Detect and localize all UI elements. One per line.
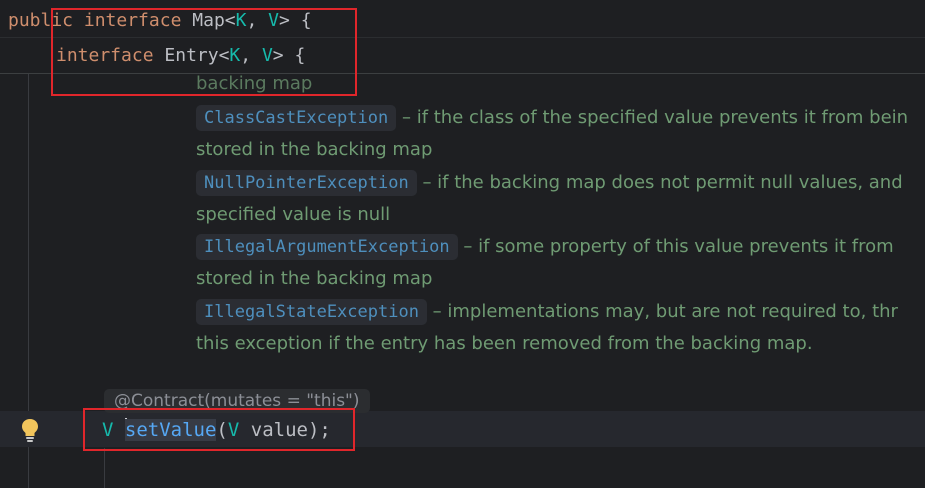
doc-text: – if the backing map does not permit nul… bbox=[422, 171, 903, 193]
doc-throws-item: NullPointerException – if the backing ma… bbox=[196, 167, 925, 199]
highlight-box-sticky-header bbox=[51, 8, 357, 96]
doc-line: stored in the backing map bbox=[196, 268, 433, 290]
doc-line: specified value is null bbox=[196, 203, 391, 225]
lightbulb-icon[interactable] bbox=[20, 417, 40, 443]
doc-throws-item: ClassCastException – if the class of the… bbox=[196, 102, 925, 134]
javadoc-block: backing map ClassCastException – if the … bbox=[196, 74, 925, 360]
doc-throws-item: IllegalArgumentException – if some prope… bbox=[196, 231, 925, 263]
indent-guide bbox=[104, 448, 105, 488]
highlight-box-setvalue bbox=[83, 408, 355, 451]
doc-text: – implementations may, but are not requi… bbox=[432, 300, 898, 322]
doc-line: this exception if the entry has been rem… bbox=[196, 333, 813, 355]
doc-line: stored in the backing map bbox=[196, 139, 433, 161]
doc-text: – if the class of the specified value pr… bbox=[401, 107, 909, 128]
doc-text: – if some property of this value prevent… bbox=[463, 236, 894, 258]
exception-link[interactable]: IllegalArgumentException bbox=[196, 234, 458, 261]
exception-link[interactable]: NullPointerException bbox=[196, 169, 417, 196]
exception-link[interactable]: ClassCastException bbox=[196, 105, 397, 131]
doc-throws-item: IllegalStateException – implementations … bbox=[196, 296, 925, 328]
exception-link[interactable]: IllegalStateException bbox=[196, 298, 427, 325]
